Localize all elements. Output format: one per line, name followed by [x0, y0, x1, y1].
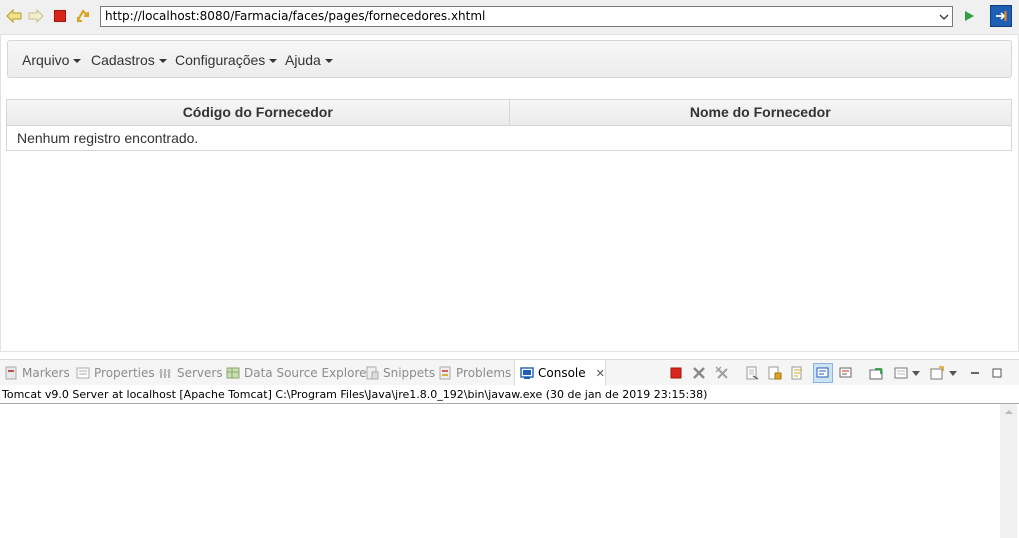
- word-wrap-icon[interactable]: [790, 365, 806, 381]
- show-console-on-output-icon[interactable]: [813, 363, 833, 383]
- suppliers-table: Código do Fornecedor Nome do Fornecedor …: [6, 99, 1012, 151]
- caret-down-icon: [73, 58, 82, 63]
- tab-label: Servers: [177, 366, 223, 380]
- web-page: Arquivo Cadastros Configurações Ajuda Có…: [0, 34, 1019, 352]
- menu-ajuda[interactable]: Ajuda: [285, 52, 333, 68]
- close-icon[interactable]: ✕: [596, 367, 605, 380]
- caret-down-icon: [324, 58, 333, 63]
- display-selected-console-icon[interactable]: [893, 365, 909, 381]
- vertical-scrollbar[interactable]: [1000, 404, 1017, 538]
- go-icon[interactable]: [960, 7, 978, 25]
- url-text: http://localhost:8080/Farmacia/faces/pag…: [105, 9, 486, 23]
- markers-icon: [5, 366, 17, 380]
- tab-label: Snippets: [383, 366, 436, 380]
- url-input[interactable]: http://localhost:8080/Farmacia/faces/pag…: [100, 6, 953, 27]
- minimize-icon[interactable]: [967, 365, 983, 381]
- console-output[interactable]: [0, 403, 1019, 538]
- empty-message: Nenhum registro encontrado.: [17, 130, 199, 146]
- back-icon[interactable]: [5, 7, 23, 25]
- clear-console-icon[interactable]: [744, 365, 760, 381]
- menu-label: Cadastros: [91, 52, 155, 68]
- panel-tab-bar: Markers Properties Servers Data Source E…: [0, 359, 1019, 386]
- column-header-nome[interactable]: Nome do Fornecedor: [509, 100, 1011, 126]
- tab-servers[interactable]: Servers: [159, 365, 223, 381]
- menu-label: Ajuda: [285, 52, 321, 68]
- tab-console[interactable]: Console ✕: [514, 360, 606, 386]
- menu-label: Configurações: [175, 52, 266, 68]
- tab-data-source-explorer[interactable]: Data Source Explorer: [226, 365, 371, 381]
- open-console-icon[interactable]: [929, 365, 945, 381]
- console-icon: [520, 367, 534, 379]
- caret-down-icon: [269, 58, 278, 63]
- external-browser-icon[interactable]: [990, 5, 1012, 27]
- problems-icon: [439, 366, 451, 380]
- forward-icon[interactable]: [27, 7, 45, 25]
- terminate-icon[interactable]: [668, 365, 684, 381]
- tab-label: Markers: [22, 366, 70, 380]
- tab-label: Problems: [456, 366, 512, 380]
- browser-toolbar: http://localhost:8080/Farmacia/faces/pag…: [0, 0, 1019, 34]
- menu-cadastros[interactable]: Cadastros: [91, 52, 167, 68]
- tab-label: Data Source Explorer: [244, 366, 372, 380]
- dropdown-icon[interactable]: [936, 7, 952, 26]
- caret-down-icon: [158, 58, 167, 63]
- tab-label: Console: [538, 366, 586, 380]
- remove-launch-icon[interactable]: [691, 365, 707, 381]
- column-header-codigo[interactable]: Código do Fornecedor: [7, 100, 510, 126]
- remove-all-terminated-icon[interactable]: [714, 365, 730, 381]
- menu-configuracoes[interactable]: Configurações: [175, 52, 278, 68]
- tab-snippets[interactable]: Snippets: [365, 365, 435, 381]
- maximize-icon[interactable]: [989, 365, 1005, 381]
- data-source-icon: [226, 367, 240, 379]
- refresh-icon[interactable]: [74, 7, 92, 25]
- console-title: Tomcat v9.0 Server at localhost [Apache …: [2, 388, 708, 401]
- tab-label: Properties: [94, 366, 155, 380]
- chevron-down-icon[interactable]: [911, 365, 921, 381]
- scroll-lock-icon[interactable]: [767, 365, 783, 381]
- table-header: Código do Fornecedor Nome do Fornecedor: [7, 100, 1011, 126]
- tab-properties[interactable]: Properties: [76, 365, 155, 381]
- stop-icon[interactable]: [51, 7, 69, 25]
- show-console-on-error-icon[interactable]: [838, 365, 854, 381]
- snippets-icon: [366, 366, 379, 380]
- servers-icon: [159, 369, 171, 378]
- app-menubar: Arquivo Cadastros Configurações Ajuda: [7, 40, 1012, 78]
- tab-problems[interactable]: Problems: [438, 365, 511, 381]
- scroll-up-icon[interactable]: [1005, 410, 1013, 414]
- menu-arquivo[interactable]: Arquivo: [22, 52, 82, 68]
- menu-label: Arquivo: [22, 52, 70, 68]
- pin-console-icon[interactable]: [868, 365, 884, 381]
- properties-icon: [76, 367, 90, 379]
- tab-markers[interactable]: Markers: [4, 365, 70, 381]
- chevron-down-icon[interactable]: [948, 365, 958, 381]
- tab-console-inner: Console ✕: [520, 365, 605, 381]
